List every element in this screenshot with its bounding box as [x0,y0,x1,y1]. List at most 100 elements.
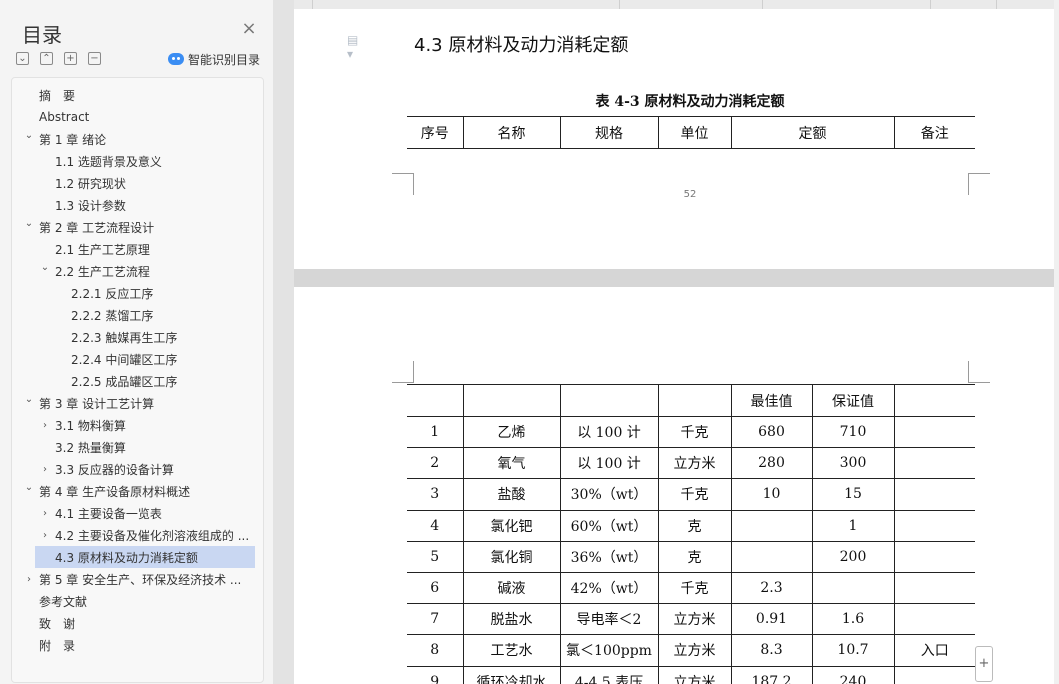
toc-item-label: 2.2.2 蒸馏工序 [71,308,154,323]
vertical-scrollbar[interactable] [1054,0,1059,684]
table-cell: 1 [811,509,895,542]
chevron-down-icon[interactable]: ⌄ [23,482,35,493]
chevron-down-icon[interactable]: ⌄ [39,262,51,273]
document-icon[interactable]: ▤ ▾ [347,33,367,61]
toc-item[interactable]: 参考文献 [12,590,263,612]
section-heading: 4.3 原材料及动力消耗定额 [414,35,629,56]
table-subheader-row: 最佳值 保证值 [407,384,975,417]
toc-item[interactable]: ⌄ 2.2 生产工艺流程 [12,260,263,282]
subheader-cell [559,384,659,417]
collapse-all-icon[interactable]: ⌃ [40,52,53,65]
toc-item[interactable]: 1.3 设计参数 [12,194,263,216]
table-cell: 立方米 [657,447,732,480]
toc-item[interactable]: › 3.3 反应器的设备计算 [12,458,263,480]
toc-item-label: 摘 要 [39,88,76,103]
header-cell: 定额 [730,116,895,149]
add-row-button[interactable]: + [975,646,993,682]
table-cell: 0.91 [730,603,813,636]
toc-item[interactable]: Abstract [12,106,263,128]
chevron-down-icon[interactable]: ⌄ [23,218,35,229]
table-cell: 2.3 [730,571,813,605]
consumption-table: 最佳值 保证值 1 乙烯以 100 计千克 680 710 2 氧气以 100 计立方米 280… [407,384,975,684]
chevron-right-icon[interactable]: › [23,574,35,585]
subheader-cell: 保证值 [811,384,895,417]
table-cell: 280 [730,447,813,480]
table-cell: 以 100 计 [559,447,659,480]
table-cell: 60%（wt） [559,509,659,542]
chevron-down-icon[interactable]: ⌄ [23,130,35,141]
smart-toc-button[interactable]: 智能识别目录 [168,51,260,67]
toc-item[interactable]: 3.2 热量衡算 [12,436,263,458]
toc-item-label: 2.2.3 触媒再生工序 [71,330,178,345]
table-cell: 千克 [657,478,732,511]
table-cell: 1 [407,415,464,449]
toc-item[interactable]: ⌄ 第 2 章 工艺流程设计 [12,216,263,238]
subheader-cell [657,384,732,417]
remove-heading-icon[interactable]: − [88,52,101,65]
table-cell: 立方米 [657,603,732,636]
toc-item-label: 第 1 章 绪论 [39,132,107,147]
toc-item-label: 4.3 原材料及动力消耗定额 [55,550,198,565]
toc-item[interactable]: › 第 5 章 安全生产、环保及经济技术 ... [12,568,263,590]
table-cell: 36%（wt） [559,540,659,573]
table-row: 4 氯化钯 60%（wt）克 1 [407,509,975,542]
table-cell [893,540,975,573]
close-icon[interactable]: × [240,20,258,38]
toc-item[interactable]: › 3.1 物料衡算 [12,414,263,436]
table-cell: 680 [730,415,813,449]
toc-item[interactable]: 附 录 [12,634,263,656]
table-row: 7 脱盐水 导电率＜2 立方米 0.91 1.6 [407,603,975,636]
subheader-cell [893,384,975,417]
toc-item[interactable]: 2.2.2 蒸馏工序 [12,304,263,326]
table-cell: 4-4.5 表压 [559,665,659,684]
table-cell [893,603,975,636]
toc-item[interactable]: › 4.2 主要设备及催化剂溶液组成的 ... [12,524,263,546]
table-cell: 千克 [657,415,732,449]
table-cell: 5 [407,540,464,573]
table-row: 9 循环冷却水 4-4.5 表压 立方米 187.2 240 [407,665,975,684]
toc-item[interactable]: › 4.1 主要设备一览表 [12,502,263,524]
toc-item[interactable]: 1.2 研究现状 [12,172,263,194]
toc-item[interactable]: 摘 要 [12,84,263,106]
table-cell [893,415,975,449]
table-cell: 克 [657,540,732,573]
toc-item[interactable]: 2.2.3 触媒再生工序 [12,326,263,348]
subheader-cell [407,384,464,417]
toc-item[interactable]: ⌄ 第 4 章 生产设备原材料概述 [12,480,263,502]
chevron-right-icon[interactable]: › [39,530,51,541]
ruler-strip [294,0,1059,9]
toc-item[interactable]: 致 谢 [12,612,263,634]
table-cell: 300 [811,447,895,480]
table-row: 5 氯化铜 36%（wt）克 200 [407,540,975,573]
table-cell: 240 [811,665,895,684]
toc-item-label: 2.2 生产工艺流程 [55,264,150,279]
toc-item[interactable]: 2.2.5 成品罐区工序 [12,370,263,392]
toc-item-label: 2.2.5 成品罐区工序 [71,374,178,389]
toc-item[interactable]: 1.1 选题背景及意义 [12,150,263,172]
table-cell: 导电率＜2 [559,603,659,636]
chevron-right-icon[interactable]: › [39,420,51,431]
toc-sidebar: 目录 × ⌄ ⌃ + − 智能识别目录 摘 要 Abstract ⌄ 第 1 章 绪论… [0,0,273,684]
toc-item[interactable]: ⌄ 第 1 章 绪论 [12,128,263,150]
chevron-right-icon[interactable]: › [39,508,51,519]
toc-item[interactable]: 4.3 原材料及动力消耗定额 [35,546,255,568]
table-cell: 6 [407,571,464,605]
margin-mark [968,173,990,195]
table-cell: 工艺水 [462,634,561,667]
chevron-down-icon[interactable]: ⌄ [23,394,35,405]
toc-item-label: Abstract [39,110,90,124]
chevron-right-icon[interactable]: › [39,464,51,475]
toc-item[interactable]: 2.1 生产工艺原理 [12,238,263,260]
toc-item[interactable]: 2.2.1 反应工序 [12,282,263,304]
table-cell [893,665,975,684]
table-cell [893,509,975,542]
toc-item[interactable]: ⌄ 第 3 章 设计工艺计算 [12,392,263,414]
expand-all-icon[interactable]: ⌄ [16,52,29,65]
ai-assistant-icon [168,53,184,65]
add-heading-icon[interactable]: + [64,52,77,65]
consumption-table-header: 序号 名称 规格 单位 定额 备注 [407,116,975,149]
table-cell: 氯化铜 [462,540,561,573]
toc-item-label: 第 4 章 生产设备原材料概述 [39,484,191,499]
table-cell: 10 [730,478,813,511]
toc-item[interactable]: 2.2.4 中间罐区工序 [12,348,263,370]
